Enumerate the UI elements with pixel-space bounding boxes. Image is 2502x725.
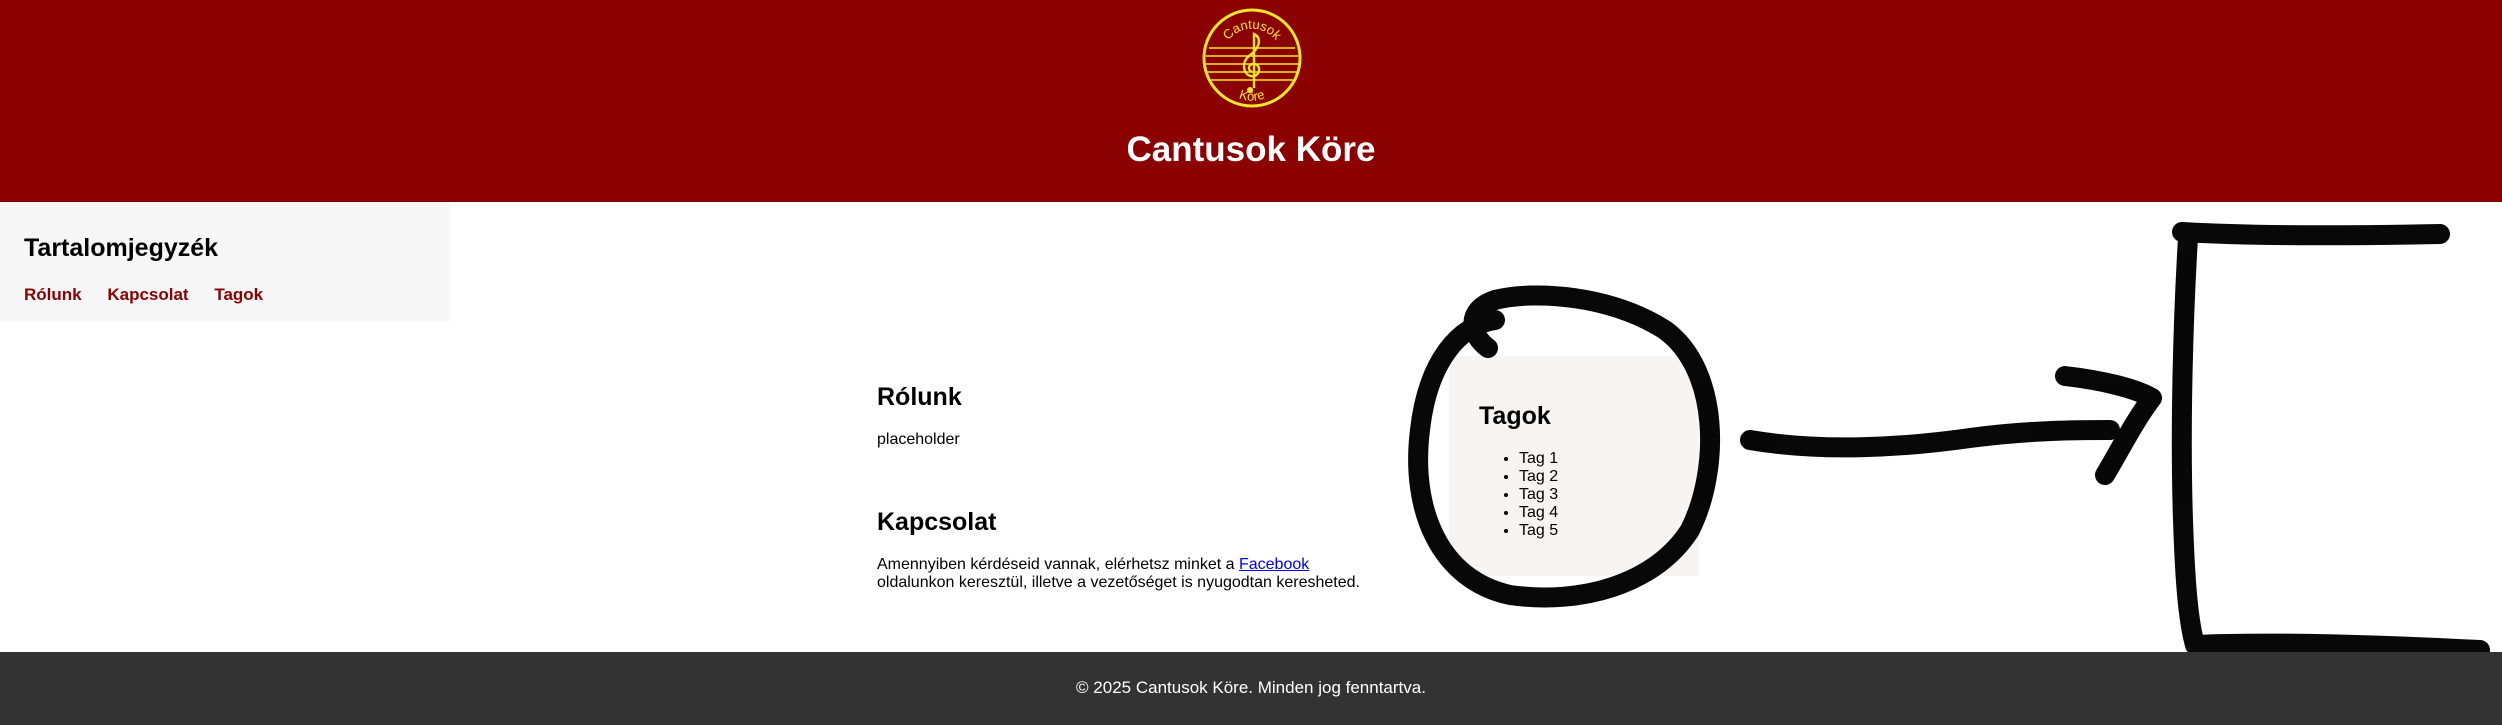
drawn-bracket <box>2171 222 2490 660</box>
footer-text: © 2025 Cantusok Köre. Minden jog fenntar… <box>1076 678 1426 697</box>
contact-title: Kapcsolat <box>877 508 997 536</box>
member-item: Tag 3 <box>1519 486 1558 504</box>
toc-title: Tartalomjegyzék <box>24 234 219 262</box>
contact-text: Amennyiben kérdéseid vannak, elérhetsz m… <box>877 556 1437 592</box>
svg-text:Köre: Köre <box>1238 87 1267 104</box>
member-item: Tag 1 <box>1519 450 1558 468</box>
svg-text:Cantusok: Cantusok <box>1220 17 1285 43</box>
about-title: Rólunk <box>877 383 962 411</box>
site-header: Cantusok Köre Cantusok Köre <box>0 0 2502 202</box>
table-of-contents: Tartalomjegyzék Rólunk Kapcsolat Tagok <box>0 202 450 321</box>
logo-treble-clef-icon: Cantusok Köre <box>1202 8 1302 108</box>
members-card: Tagok Tag 1 Tag 2 Tag 3 Tag 4 Tag 5 <box>1449 356 1699 576</box>
members-title: Tagok <box>1479 402 1551 430</box>
site-title: Cantusok Köre <box>1126 130 1376 169</box>
contact-text-start: Amennyiben kérdéseid vannak, elérhetsz m… <box>877 556 1239 573</box>
facebook-link[interactable]: Facebook <box>1239 556 1309 573</box>
toc-links: Rólunk Kapcsolat Tagok <box>24 285 284 305</box>
members-list: Tag 1 Tag 2 Tag 3 Tag 4 Tag 5 <box>1519 450 1558 540</box>
about-text: placeholder <box>877 431 960 448</box>
toc-link-tagok[interactable]: Tagok <box>214 285 263 304</box>
member-item: Tag 2 <box>1519 468 1558 486</box>
drawn-arrow-head <box>2055 366 2162 485</box>
member-item: Tag 4 <box>1519 504 1558 522</box>
toc-link-rolunk[interactable]: Rólunk <box>24 285 82 304</box>
contact-text-line2: oldalunkon keresztül, illetve a vezetősé… <box>877 574 1360 591</box>
toc-link-kapcsolat[interactable]: Kapcsolat <box>107 285 188 304</box>
site-footer: © 2025 Cantusok Köre. Minden jog fenntar… <box>0 652 2502 725</box>
drawn-arrow-shaft <box>1740 420 2120 458</box>
member-item: Tag 5 <box>1519 522 1558 540</box>
